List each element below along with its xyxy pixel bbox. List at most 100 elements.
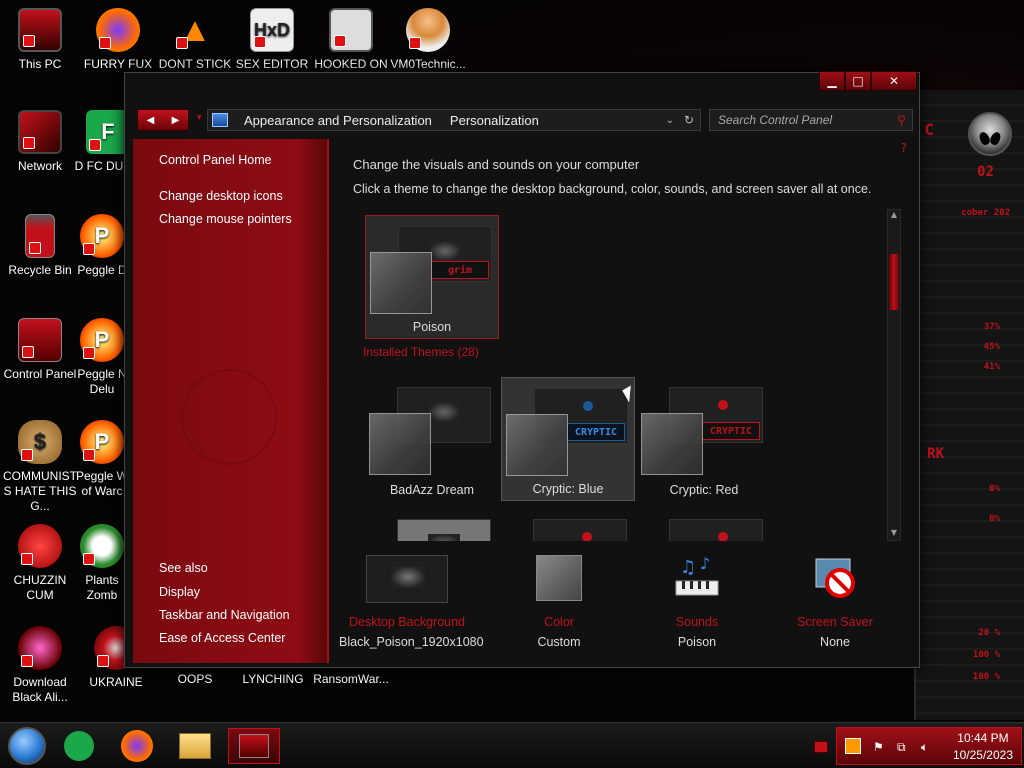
scroll-down-icon[interactable]: ▼ (888, 528, 900, 540)
change-desktop-icons-link[interactable]: Change desktop icons (159, 189, 283, 203)
system-tray: ⚑ ⧉ 🔈︎ 10:44 PM 10/25/2023 (836, 727, 1022, 765)
desktop-icon-recycle-bin[interactable]: Recycle Bin (0, 214, 80, 278)
desktop-icon-this-pc[interactable]: This PC (0, 8, 80, 72)
hud-label: 0% (989, 484, 1000, 494)
maze-icon (329, 8, 373, 52)
installed-themes-heading: Installed Themes (28) (363, 345, 479, 359)
taskbar-app-control-panel[interactable] (228, 728, 280, 764)
clock[interactable]: 10:44 PM 10/25/2023 (953, 730, 1013, 764)
desktop-background-setting[interactable]: Desktop Background Black_Poison_1920x108… (339, 549, 484, 663)
show-hidden-icons-icon[interactable] (814, 741, 828, 753)
help-icon[interactable]: ? (901, 141, 907, 155)
theme-badazz-dream[interactable]: BadAzz Dream (365, 377, 499, 501)
volume-icon[interactable]: 🔈︎ (921, 740, 928, 755)
network-icon[interactable]: ⧉ (897, 740, 906, 755)
theme-logo: CRYPTIC (567, 423, 625, 441)
sidebar: Control Panel Home Change desktop icons … (133, 139, 329, 663)
setting-value: Black_Poison_1920x1080 (339, 635, 484, 649)
theme-partial[interactable] (637, 509, 771, 541)
ease-of-access-link[interactable]: Ease of Access Center (159, 631, 285, 645)
theme-cryptic-blue[interactable]: CRYPTIC Cryptic: Blue (501, 377, 635, 501)
control-panel-icon (18, 318, 62, 362)
taskbar-app-notes[interactable] (56, 728, 102, 764)
desktop-icon-network[interactable]: Network (0, 110, 80, 174)
firefox-icon (96, 8, 140, 52)
control-panel-home-link[interactable]: Control Panel Home (159, 153, 272, 167)
theme-wallpaper-preview (397, 519, 491, 541)
hud-label: 100 % (972, 672, 1000, 682)
desktop-icon-peggle-nights[interactable]: P Peggle N Delu (72, 318, 132, 397)
recent-pages-icon[interactable]: ▾ (197, 113, 202, 123)
desktop-icon-hxd[interactable]: HxD SEX EDITOR (232, 8, 312, 72)
color-setting[interactable]: Color Custom (491, 549, 627, 663)
breadcrumb-appearance[interactable]: Appearance and Personalization (244, 113, 432, 128)
forward-arrow-icon[interactable]: ▶ (163, 110, 188, 130)
firefox-icon (121, 730, 153, 762)
themes-scrollbar[interactable]: ▲ ▼ (887, 209, 901, 541)
desktop-icon-lynching[interactable]: LYNCHING (233, 672, 313, 687)
theme-partial[interactable] (501, 509, 635, 541)
hud-label: 02 (977, 164, 994, 180)
hud-label: cober 202 (961, 208, 1010, 218)
breadcrumb-personalization[interactable]: Personalization (450, 113, 539, 128)
scroll-up-icon[interactable]: ▲ (888, 210, 900, 222)
tray-app-icon[interactable] (845, 738, 861, 754)
theme-settings-bar: Desktop Background Black_Poison_1920x108… (339, 549, 913, 663)
themes-list: grim Poison Installed Themes (28) BadAzz… (353, 207, 891, 541)
screen-saver-setting[interactable]: Screen Saver None (767, 549, 903, 663)
setting-value: Poison (677, 635, 717, 649)
screen-saver-icon (812, 555, 858, 601)
desktop-icon-ransomware[interactable]: RansomWar... (311, 672, 391, 687)
theme-color-preview (506, 414, 568, 476)
setting-label: Desktop Background (348, 615, 466, 629)
taskbar-navigation-link[interactable]: Taskbar and Navigation (159, 608, 290, 622)
display-link[interactable]: Display (159, 585, 200, 599)
chevron-down-icon[interactable]: ⌄ (666, 115, 674, 126)
peggle-icon: P (80, 318, 124, 362)
theme-cryptic-red[interactable]: CRYPTIC Cryptic: Red (637, 377, 771, 501)
sounds-setting[interactable]: ♫ ♪ Sounds Poison (629, 549, 765, 663)
search-input[interactable]: Search Control Panel ⚲ (709, 109, 913, 131)
recycle-bin-icon (25, 214, 55, 258)
theme-color-preview (641, 413, 703, 475)
theme-partial[interactable] (365, 509, 499, 541)
clock-time: 10:44 PM (957, 731, 1009, 745)
address-bar: ◀ ▶ ▾ Appearance and Personalization Per… (135, 107, 913, 133)
back-arrow-icon[interactable]: ◀ (138, 110, 163, 130)
maximize-button[interactable]: □ (845, 71, 871, 91)
desktop-icon-control-panel[interactable]: Control Panel (0, 318, 80, 382)
desktop-icon-peggle[interactable]: P Peggle D (72, 214, 132, 278)
address-field[interactable]: Appearance and Personalization Personali… (207, 109, 701, 131)
desktop-icon-communists[interactable]: $ COMMUNISTS HATE THIS G... (0, 420, 80, 514)
desktop-icon-firefox[interactable]: FURRY FUX (78, 8, 158, 72)
minimize-button[interactable]: ▁ (819, 71, 845, 91)
svg-text:♫: ♫ (680, 557, 696, 578)
desktop-icon-plants-zombies[interactable]: Plants Zomb (72, 524, 132, 603)
refresh-icon[interactable]: ↻ (684, 113, 694, 127)
scrollbar-thumb[interactable] (889, 254, 899, 310)
taskbar-app-explorer[interactable] (172, 728, 218, 764)
start-button[interactable] (4, 727, 50, 765)
flag-icon[interactable]: ⚑ (873, 740, 884, 754)
page-title: Change the visuals and sounds on your co… (353, 157, 640, 172)
sounds-icon: ♫ ♪ (672, 554, 722, 601)
taskbar-app-firefox[interactable] (114, 728, 160, 764)
desktop-icon-chuzzin[interactable]: CHUZZIN CUM (0, 524, 80, 603)
search-icon[interactable]: ⚲ (897, 113, 906, 127)
desktop-icon-oops[interactable]: OOPS (155, 672, 235, 687)
desktop-icon-download-black-alien[interactable]: Download Black Ali... (0, 626, 80, 705)
alien-logo-icon (968, 112, 1012, 156)
personalization-window: ▁ □ ✕ ◀ ▶ ▾ Appearance and Personalizati… (124, 71, 920, 668)
change-mouse-pointers-link[interactable]: Change mouse pointers (159, 212, 292, 226)
window-controls: ▁ □ ✕ (819, 71, 917, 91)
desktop-hud-widget: C 02 cober 202 37% 45% 41% RK 0% 0% 20 %… (914, 90, 1024, 720)
desktop-icon-vm-technician[interactable]: VM0Technic... (388, 8, 468, 72)
desktop-icon-peggle-world[interactable]: P Peggle W of Warc (72, 420, 132, 499)
desktop-icon-vlc[interactable]: ▲ DONT STICK (155, 8, 235, 72)
hud-label: 0% (989, 514, 1000, 524)
desktop-icon-hooked-on[interactable]: HOOKED ON (311, 8, 391, 72)
theme-logo: grim (431, 261, 489, 279)
close-button[interactable]: ✕ (871, 71, 917, 91)
theme-name: BadAzz Dream (389, 483, 475, 497)
theme-poison[interactable]: grim Poison (365, 215, 499, 339)
